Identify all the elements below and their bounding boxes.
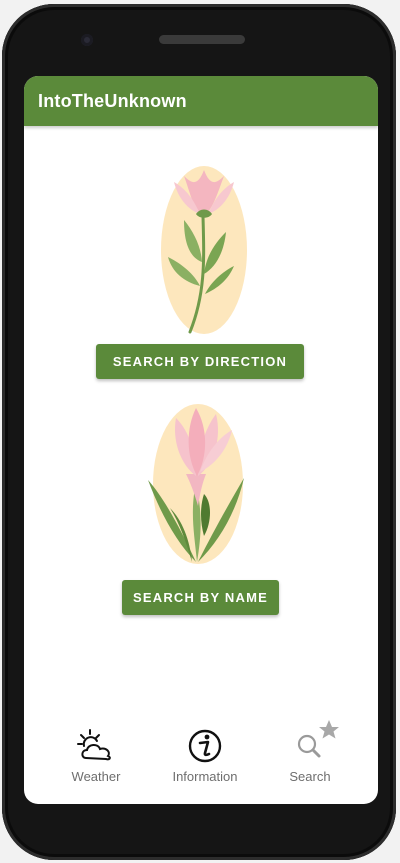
nav-item-weather[interactable]: Weather (46, 716, 146, 796)
nav-item-information[interactable]: Information (155, 716, 255, 796)
front-camera (81, 34, 93, 46)
earpiece-speaker (159, 35, 245, 44)
crocus-illustration (148, 404, 244, 564)
search-icon (297, 720, 339, 758)
search-by-direction-label: SEARCH BY DIRECTION (112, 354, 288, 369)
nav-label-information: Information (172, 769, 238, 784)
app-bar: IntoTheUnknown (24, 76, 378, 126)
search-by-direction-button[interactable]: SEARCH BY DIRECTION (96, 344, 304, 379)
app-title: IntoTheUnknown (38, 90, 187, 111)
device-frame: IntoTheUnknown SEARCH BY DIRECTION SEARC… (0, 0, 400, 863)
phone-body: IntoTheUnknown SEARCH BY DIRECTION SEARC… (2, 4, 396, 860)
bottom-navigation: Weather Information Search (24, 716, 378, 804)
info-icon (188, 729, 222, 763)
tulip-illustration (161, 166, 247, 334)
search-by-name-button[interactable]: SEARCH BY NAME (122, 580, 279, 615)
search-by-name-label: SEARCH BY NAME (132, 590, 269, 605)
nav-item-search[interactable]: Search (260, 716, 360, 796)
nav-label-search: Search (289, 769, 331, 784)
app-screen: IntoTheUnknown SEARCH BY DIRECTION SEARC… (24, 76, 378, 804)
nav-label-weather: Weather (71, 769, 121, 784)
weather-icon (77, 729, 111, 761)
